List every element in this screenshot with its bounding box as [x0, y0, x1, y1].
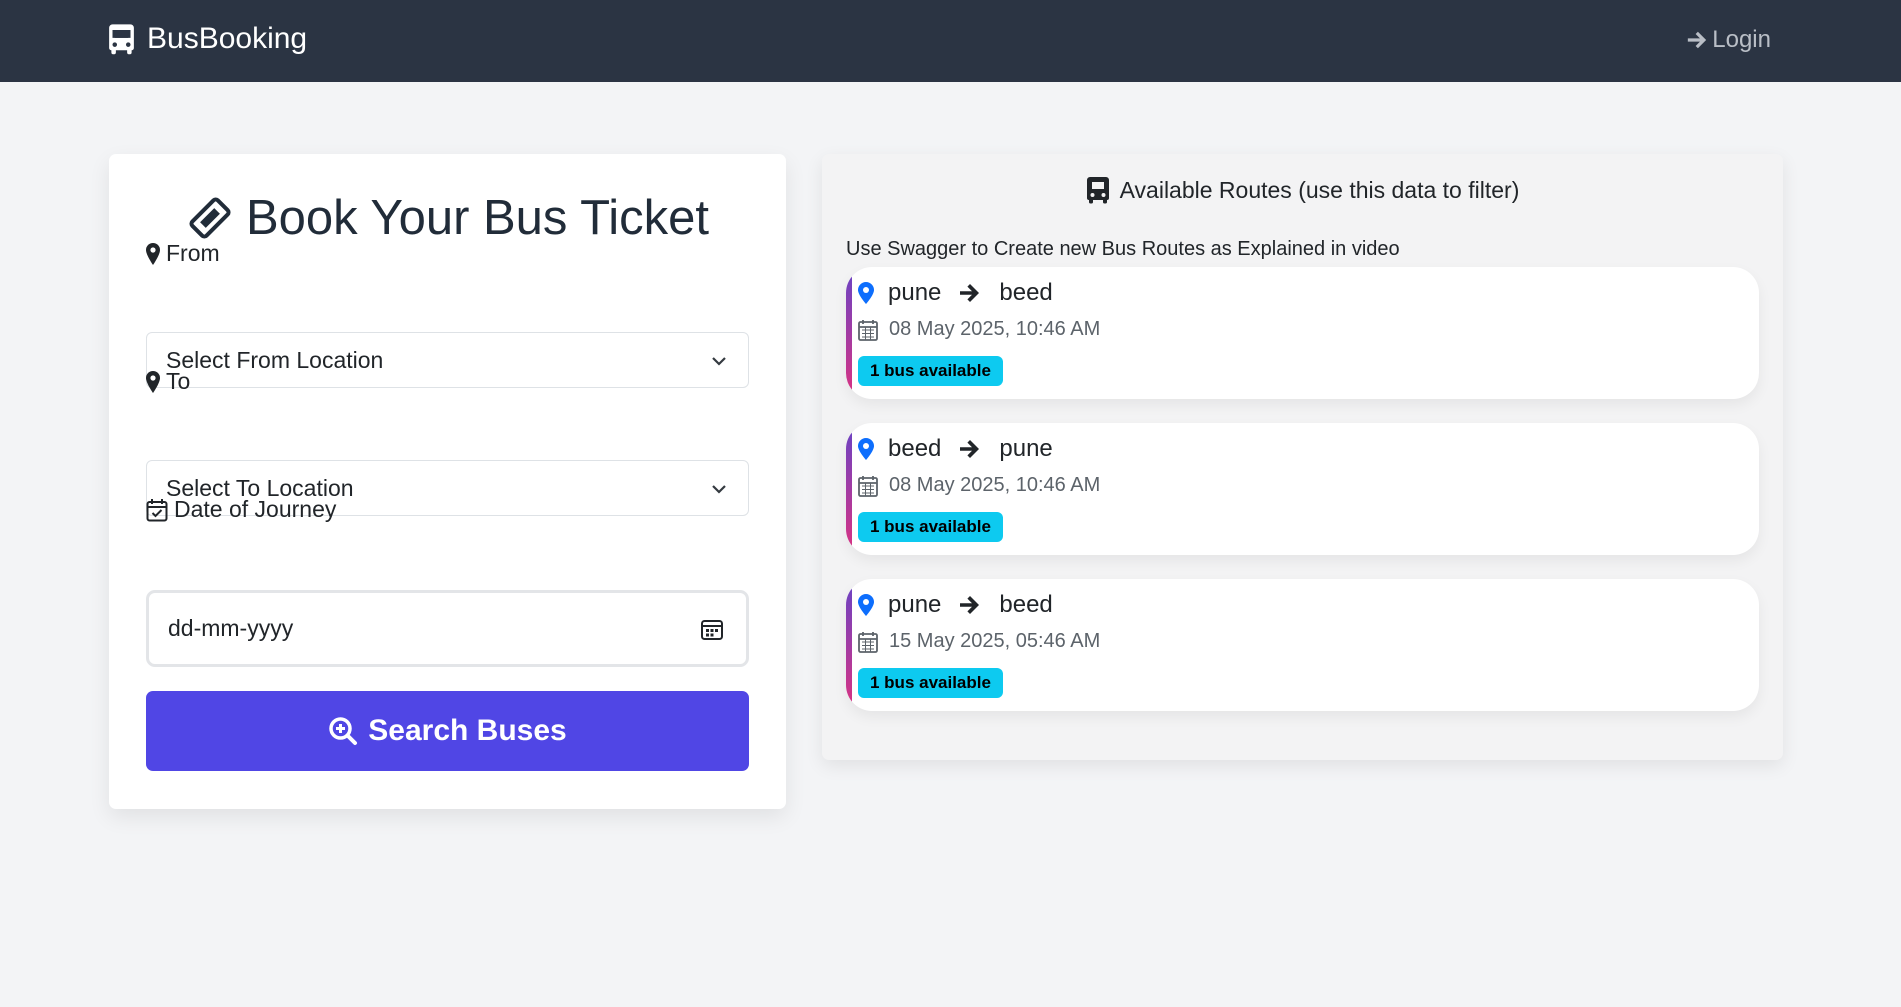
date-label: Date of Journey — [146, 496, 336, 523]
booking-card: Book Your Bus Ticket From Select From Lo… — [109, 154, 786, 809]
from-label-text: From — [166, 240, 220, 266]
search-buses-button[interactable]: Search Buses — [146, 691, 749, 771]
chevron-down-icon — [712, 485, 726, 494]
route-card[interactable]: pune beed 15 May 2025, 05:46 AM 1 bus av… — [846, 579, 1759, 711]
to-label-text: To — [166, 368, 191, 394]
map-marker-icon — [858, 282, 874, 304]
swagger-note: Use Swagger to Create new Bus Routes as … — [846, 238, 1400, 260]
calendar-icon — [858, 475, 878, 497]
route-card[interactable]: beed pune 08 May 2025, 10:46 AM 1 bus av… — [846, 423, 1759, 555]
login-label: Login — [1712, 26, 1771, 53]
brand-link[interactable]: BusBooking — [108, 22, 307, 56]
availability-badge: 1 bus available — [858, 512, 1003, 542]
route-from: beed — [888, 435, 942, 462]
search-buses-label: Search Buses — [368, 714, 567, 747]
route-date: 15 May 2025, 05:46 AM — [858, 630, 1100, 653]
map-marker-icon — [858, 438, 874, 460]
arrow-right-icon — [960, 284, 980, 302]
map-marker-icon — [858, 594, 874, 616]
calendar-icon[interactable] — [700, 617, 724, 641]
routes-title: Available Routes (use this data to filte… — [1119, 176, 1520, 203]
route-date: 08 May 2025, 10:46 AM — [858, 474, 1100, 497]
route-accent — [846, 587, 852, 705]
route-to: beed — [999, 591, 1053, 618]
route-accent — [846, 431, 852, 549]
date-placeholder: dd-mm-yyyy — [168, 615, 294, 641]
calendar-icon — [858, 631, 878, 653]
routes-heading: Available Routes (use this data to filte… — [822, 176, 1783, 204]
map-marker-icon — [146, 370, 160, 393]
route-datetime: 15 May 2025, 05:46 AM — [889, 630, 1101, 652]
chevron-down-icon — [712, 357, 726, 366]
from-label: From — [146, 240, 220, 267]
bus-icon — [1086, 177, 1109, 204]
route-to: pune — [999, 435, 1053, 462]
route-path: pune beed — [858, 279, 1053, 307]
route-path: beed pune — [858, 435, 1053, 463]
route-from: pune — [888, 279, 942, 306]
ticket-icon — [189, 197, 231, 239]
map-marker-icon — [146, 242, 160, 265]
from-select-value: Select From Location — [166, 346, 384, 373]
booking-heading: Book Your Bus Ticket — [109, 190, 786, 246]
route-accent — [846, 275, 852, 393]
login-link[interactable]: Login — [1686, 26, 1771, 54]
route-date: 08 May 2025, 10:46 AM — [858, 318, 1100, 341]
routes-card: Available Routes (use this data to filte… — [822, 154, 1783, 760]
date-label-text: Date of Journey — [174, 496, 337, 522]
brand-text: BusBooking — [147, 22, 308, 55]
availability-badge: 1 bus available — [858, 668, 1003, 698]
route-to: beed — [999, 279, 1053, 306]
route-from: pune — [888, 591, 942, 618]
arrow-right-icon — [960, 440, 980, 458]
from-select[interactable]: Select From Location — [146, 332, 749, 388]
route-path: pune beed — [858, 591, 1053, 619]
date-input[interactable]: dd-mm-yyyy — [146, 590, 749, 667]
route-datetime: 08 May 2025, 10:46 AM — [889, 318, 1101, 340]
to-label: To — [146, 368, 190, 395]
calendar-icon — [858, 319, 878, 341]
bus-icon — [109, 24, 134, 55]
route-card[interactable]: pune beed 08 May 2025, 10:46 AM 1 bus av… — [846, 267, 1759, 399]
search-plus-icon — [329, 717, 358, 745]
arrow-right-icon — [960, 596, 980, 614]
navbar: BusBooking Login — [0, 0, 1901, 82]
route-datetime: 08 May 2025, 10:46 AM — [889, 474, 1101, 496]
page-title: Book Your Bus Ticket — [245, 191, 710, 245]
calendar-check-icon — [146, 498, 168, 521]
availability-badge: 1 bus available — [858, 356, 1003, 386]
sign-in-icon — [1688, 31, 1707, 49]
